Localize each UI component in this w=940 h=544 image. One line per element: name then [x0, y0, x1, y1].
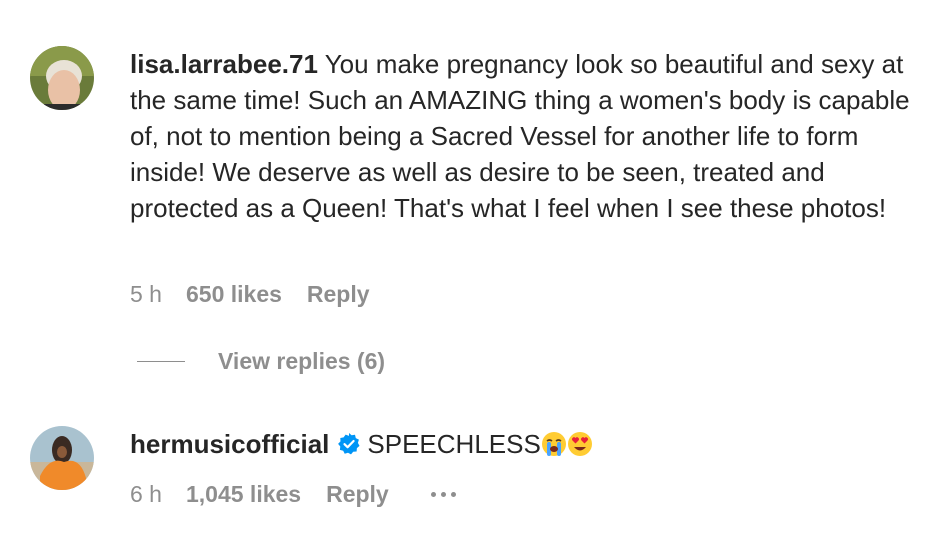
comment-text-block: hermusicofficial SPEECHLESS — [130, 426, 920, 462]
avatar[interactable] — [30, 46, 94, 110]
loudly-crying-face-icon — [541, 432, 566, 456]
more-options-icon[interactable] — [430, 492, 456, 497]
comment-likes[interactable]: 650 likes — [186, 281, 282, 308]
divider-line — [137, 361, 185, 362]
avatar[interactable] — [30, 426, 94, 490]
heart-eyes-face-icon — [567, 432, 592, 456]
comment-username[interactable]: lisa.larrabee.71 — [130, 49, 318, 79]
verified-badge-icon — [338, 433, 360, 455]
comment-timestamp[interactable]: 6 h — [130, 481, 162, 508]
reply-button[interactable]: Reply — [326, 481, 389, 508]
reply-button[interactable]: Reply — [307, 281, 370, 308]
comment-timestamp[interactable]: 5 h — [130, 281, 162, 308]
comment-meta: 6 h 1,045 likes Reply — [130, 481, 456, 508]
view-replies-label: View replies (6) — [218, 348, 386, 374]
comment-text-block: lisa.larrabee.71 You make pregnancy look… — [130, 46, 920, 226]
view-replies-button[interactable]: View replies (6) — [137, 348, 385, 375]
comment-likes[interactable]: 1,045 likes — [186, 481, 301, 508]
comment-body: SPEECHLESS — [367, 429, 541, 459]
comment-username[interactable]: hermusicofficial — [130, 429, 329, 459]
comment-meta: 5 h 650 likes Reply — [130, 281, 370, 308]
